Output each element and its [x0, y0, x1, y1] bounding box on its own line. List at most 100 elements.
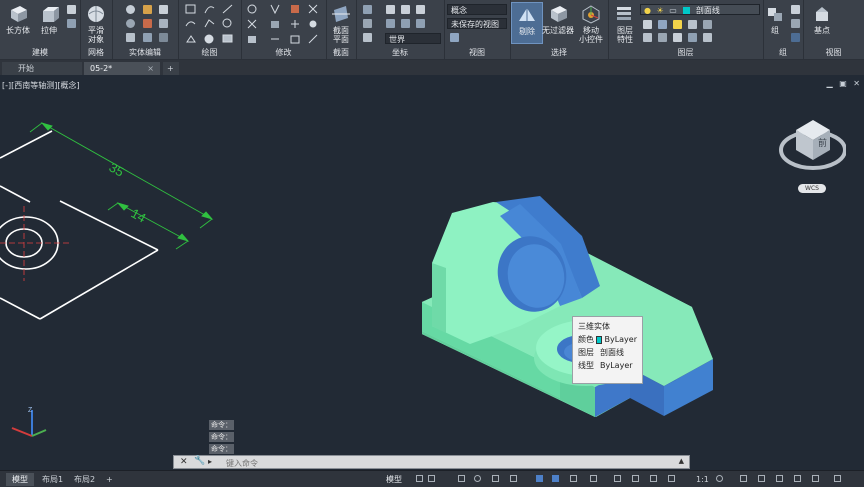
- grid-icon[interactable]: [416, 475, 423, 482]
- shell-icon[interactable]: [159, 19, 168, 28]
- layout-tab-model[interactable]: 模型: [6, 473, 34, 486]
- ucs-world-combo[interactable]: 世界: [385, 33, 441, 44]
- panel-title-section[interactable]: 截面: [326, 47, 356, 58]
- separate-icon[interactable]: [159, 33, 168, 42]
- customization-icon[interactable]: [834, 475, 841, 482]
- subtract-icon[interactable]: [126, 19, 135, 28]
- ucs-view-icon[interactable]: [386, 19, 395, 28]
- layer-combo[interactable]: ● ☀ ▭ 剖面线: [640, 4, 760, 15]
- layer-merge-icon[interactable]: [643, 33, 652, 42]
- ungroup-icon[interactable]: [791, 5, 800, 14]
- units-icon[interactable]: [758, 475, 765, 482]
- lineweight-icon[interactable]: [536, 475, 543, 482]
- layer-unlock-icon[interactable]: [673, 33, 682, 42]
- ucs-y-icon[interactable]: [401, 5, 410, 14]
- clean-screen-icon[interactable]: [812, 475, 819, 482]
- isolate-objects-icon[interactable]: [776, 475, 783, 482]
- extrude-button[interactable]: 拉伸: [34, 4, 64, 35]
- polysolid-icon[interactable]: [67, 19, 76, 28]
- new-tab-button[interactable]: +: [163, 62, 179, 75]
- named-view-combo[interactable]: 未保存的视图: [447, 18, 507, 29]
- panel-title-mesh[interactable]: 网格: [80, 47, 112, 58]
- wcs-menu[interactable]: WCS: [798, 184, 826, 193]
- intersect-icon[interactable]: [126, 33, 135, 42]
- hardware-accel-icon[interactable]: [794, 475, 801, 482]
- press-pull-icon[interactable]: [67, 5, 76, 14]
- ortho-icon[interactable]: [458, 475, 465, 482]
- isodraft-icon[interactable]: [492, 475, 499, 482]
- ucs-named-icon[interactable]: [363, 19, 372, 28]
- tab-drawing[interactable]: 05-2* ×: [84, 62, 160, 75]
- snap-icon[interactable]: [428, 475, 435, 482]
- command-customize-icon[interactable]: 🔧: [194, 456, 205, 466]
- transparency-icon[interactable]: [552, 475, 559, 482]
- move-gizmo-button[interactable]: 移动 小控件: [576, 4, 606, 44]
- osnap-icon[interactable]: [510, 475, 517, 482]
- group-select-icon[interactable]: [791, 33, 800, 42]
- ucs-z-icon[interactable]: [416, 5, 425, 14]
- group-button[interactable]: 组: [763, 4, 787, 35]
- selection-cycling-icon[interactable]: [570, 475, 577, 482]
- interfere-icon[interactable]: [143, 19, 152, 28]
- viewport-config-icon[interactable]: [450, 33, 459, 42]
- selection-filter-icon[interactable]: [632, 475, 639, 482]
- command-history-toggle-icon[interactable]: ▲: [679, 457, 684, 465]
- dynamic-ucs-icon[interactable]: [614, 475, 621, 482]
- section-plane-button[interactable]: 截面 平面: [326, 4, 356, 44]
- annotation-scale-button[interactable]: 1:1: [690, 473, 715, 486]
- no-filter-button[interactable]: 无过滤器: [540, 4, 576, 35]
- viewcube[interactable]: 前 WCS: [776, 112, 847, 193]
- layer-properties-button[interactable]: 图层 特性: [610, 4, 640, 44]
- ucs-icon[interactable]: [363, 5, 372, 14]
- command-close-icon[interactable]: ✕: [180, 457, 188, 467]
- culling-button[interactable]: 剔除: [511, 2, 543, 44]
- layout-tab-layout2[interactable]: 布局2: [68, 473, 101, 486]
- panel-title-groups[interactable]: 组: [763, 47, 803, 58]
- layer-walk-icon[interactable]: [703, 20, 712, 29]
- union-icon[interactable]: [126, 5, 135, 14]
- smooth-object-button[interactable]: 平滑 对象: [81, 4, 111, 44]
- layout-tab-layout1[interactable]: 布局1: [36, 473, 69, 486]
- model-space-button[interactable]: 模型: [380, 473, 408, 486]
- visual-style-combo[interactable]: 概念: [447, 4, 507, 15]
- panel-title-solid-editing[interactable]: 实体编辑: [112, 47, 178, 58]
- layer-freeze-icon[interactable]: [658, 20, 667, 29]
- layer-previous-icon[interactable]: [688, 33, 697, 42]
- workspace-gear-icon[interactable]: [716, 475, 723, 482]
- ucs-x-icon[interactable]: [386, 5, 395, 14]
- tab-close-icon[interactable]: ×: [147, 62, 154, 75]
- panel-title-modeling[interactable]: 建模: [0, 47, 80, 58]
- base-point-button[interactable]: 基点: [807, 4, 837, 35]
- panel-title-modify[interactable]: 修改: [241, 47, 326, 58]
- layer-lock-tool-icon[interactable]: [658, 33, 667, 42]
- panel-title-coordinates[interactable]: 坐标: [356, 47, 444, 58]
- add-layout-button[interactable]: +: [100, 473, 119, 486]
- command-input[interactable]: [224, 457, 668, 469]
- polar-icon[interactable]: [474, 475, 481, 482]
- extract-edges-icon[interactable]: [143, 33, 152, 42]
- ucs-3point-icon[interactable]: [416, 19, 425, 28]
- layer-copy-icon[interactable]: [703, 33, 712, 42]
- ucs-object-icon[interactable]: [401, 19, 410, 28]
- slice-icon[interactable]: [143, 5, 152, 14]
- draw-tools-icons[interactable]: [178, 2, 241, 48]
- tab-start[interactable]: 开始: [2, 62, 82, 75]
- layer-off-icon[interactable]: [673, 20, 682, 29]
- panel-title-selection[interactable]: 选择: [510, 47, 608, 58]
- 3d-osnap-icon[interactable]: [590, 475, 597, 482]
- panel-title-view2[interactable]: 视图: [803, 47, 864, 58]
- annotation-monitor-icon[interactable]: [740, 475, 747, 482]
- panel-title-view[interactable]: 视图: [444, 47, 510, 58]
- gizmo-icon[interactable]: [650, 475, 657, 482]
- modify-tools-icons[interactable]: [241, 2, 326, 48]
- solid-model[interactable]: [422, 196, 713, 417]
- group-edit-icon[interactable]: [791, 19, 800, 28]
- box-button[interactable]: 长方体: [3, 4, 33, 35]
- panel-title-layers[interactable]: 图层: [608, 47, 763, 58]
- annotation-visibility-icon[interactable]: [668, 475, 675, 482]
- panel-title-draw[interactable]: 绘图: [178, 47, 241, 58]
- layer-match-icon[interactable]: [688, 20, 697, 29]
- fillet-edge-icon[interactable]: [159, 5, 168, 14]
- layer-isolate-icon[interactable]: [643, 20, 652, 29]
- ucs-origin-icon[interactable]: [363, 33, 372, 42]
